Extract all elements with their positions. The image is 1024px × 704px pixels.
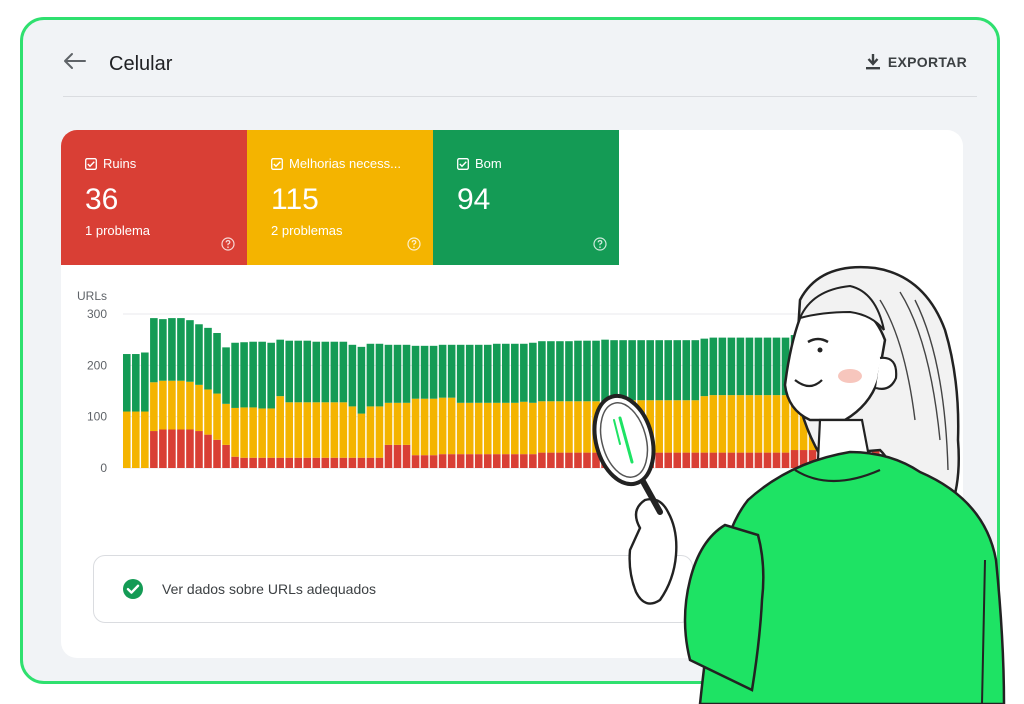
woman-with-magnifier-illustration [592, 265, 1006, 704]
